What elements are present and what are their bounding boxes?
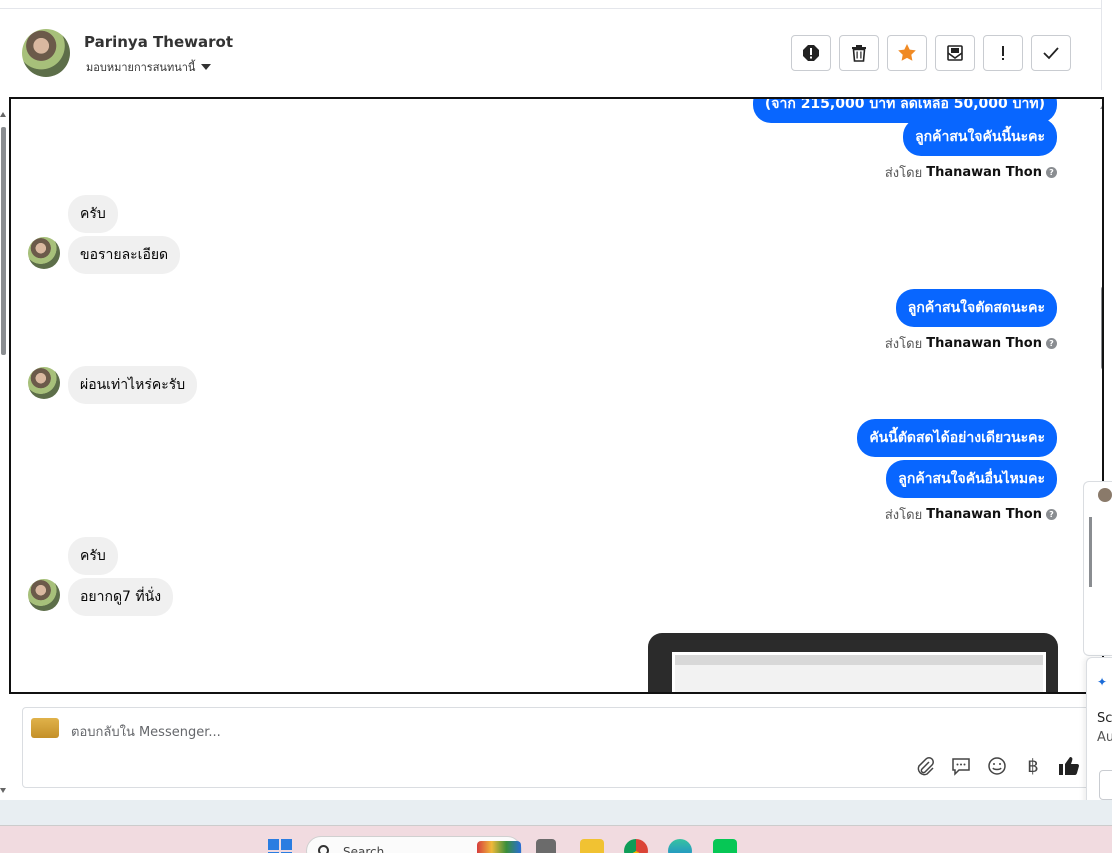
message-thread[interactable]: (จาก 215,000 บาท ลดเหลือ 50,000 บาท) ลูก… bbox=[9, 97, 1104, 694]
caret-down-icon bbox=[201, 64, 212, 70]
scroll-down-arrow-icon[interactable] bbox=[0, 788, 6, 793]
chrome-icon[interactable] bbox=[624, 839, 648, 853]
sent-by-agent: Thanawan Thon bbox=[926, 165, 1042, 180]
sent-by-agent: Thanawan Thon bbox=[926, 507, 1042, 522]
baht-icon: ฿ bbox=[1027, 755, 1039, 777]
sent-by-prefix: ส่งโดย bbox=[884, 337, 923, 352]
done-button[interactable] bbox=[1031, 35, 1071, 71]
composer-tools: ฿ bbox=[913, 754, 1081, 778]
page-logo bbox=[31, 718, 59, 738]
search-icon bbox=[318, 845, 329, 853]
incoming-message: ครับ bbox=[68, 195, 118, 233]
sent-by-prefix: ส่งโดย bbox=[884, 508, 923, 523]
flag-button[interactable] bbox=[983, 35, 1023, 71]
task-view-icon[interactable] bbox=[536, 839, 556, 853]
top-divider bbox=[0, 8, 1102, 9]
scroll-up-arrow-icon[interactable] bbox=[1100, 103, 1102, 109]
outgoing-message: ลูกค้าสนใจคันอื่นไหมคะ bbox=[886, 460, 1057, 498]
line-app-icon[interactable] bbox=[713, 839, 737, 853]
sent-by-label: ส่งโดย Thanawan Thon ? bbox=[885, 162, 1057, 183]
chat-head-panel[interactable] bbox=[1083, 481, 1112, 656]
contact-avatar[interactable] bbox=[22, 29, 70, 77]
image-preview bbox=[672, 652, 1046, 692]
sent-by-label: ส่งโดย Thanawan Thon ? bbox=[885, 333, 1057, 354]
help-icon[interactable]: ? bbox=[1046, 167, 1057, 178]
taskbar-search[interactable]: Search bbox=[306, 836, 522, 853]
incoming-message: ผ่อนเท่าไหร่คะรับ bbox=[68, 366, 198, 404]
report-icon bbox=[803, 45, 819, 61]
sent-by-agent: Thanawan Thon bbox=[926, 336, 1042, 351]
edge-icon[interactable] bbox=[668, 839, 692, 853]
check-icon bbox=[1043, 47, 1059, 60]
exclamation-icon bbox=[1002, 46, 1004, 60]
thumbs-up-icon bbox=[1059, 757, 1079, 775]
search-highlight-icon bbox=[477, 841, 521, 853]
contact-avatar-small bbox=[28, 579, 60, 611]
toast-action-button[interactable] bbox=[1099, 770, 1112, 800]
file-explorer-icon[interactable] bbox=[580, 839, 604, 853]
outgoing-message: ลูกค้าสนใจคันนี้นะคะ bbox=[903, 118, 1057, 156]
assign-label: มอบหมายการสนทนานี้ bbox=[86, 61, 196, 74]
attach-button[interactable] bbox=[913, 754, 937, 778]
incoming-message: ขอรายละเอียด bbox=[68, 236, 181, 274]
chat-icon bbox=[952, 758, 970, 776]
emoji-button[interactable] bbox=[985, 754, 1009, 778]
trash-icon bbox=[852, 45, 866, 62]
chat-head-avatar[interactable] bbox=[1098, 488, 1112, 502]
help-icon[interactable]: ? bbox=[1046, 509, 1057, 520]
notification-toast[interactable]: ✦ Sc Au bbox=[1086, 657, 1112, 813]
assign-conversation-dropdown[interactable]: มอบหมายการสนทนานี้ bbox=[86, 58, 212, 76]
incoming-message: ครับ bbox=[68, 537, 118, 575]
header-actions bbox=[791, 35, 1071, 71]
mark-unread-button[interactable] bbox=[935, 35, 975, 71]
image-attachment[interactable] bbox=[648, 633, 1058, 692]
paperclip-icon bbox=[917, 757, 934, 776]
mail-icon bbox=[947, 45, 963, 61]
star-icon bbox=[898, 44, 916, 61]
report-button[interactable] bbox=[791, 35, 831, 71]
reply-composer[interactable]: ตอบกลับใน Messenger... ฿ bbox=[22, 707, 1090, 788]
star-button[interactable] bbox=[887, 35, 927, 71]
panel-scrollbar[interactable] bbox=[1089, 517, 1092, 587]
delete-button[interactable] bbox=[839, 35, 879, 71]
saved-replies-button[interactable] bbox=[949, 754, 973, 778]
header-right-border bbox=[1101, 0, 1102, 90]
payment-button[interactable]: ฿ bbox=[1021, 754, 1045, 778]
contact-name[interactable]: Parinya Thewarot bbox=[84, 33, 233, 51]
like-button[interactable] bbox=[1057, 754, 1081, 778]
windows-taskbar: Search bbox=[0, 825, 1112, 853]
scrollbar-thumb[interactable] bbox=[1101, 286, 1102, 370]
incoming-message: อยากดู7 ที่นั่ง bbox=[68, 578, 174, 616]
outgoing-message: ลูกค้าสนใจตัดสดนะคะ bbox=[895, 289, 1057, 327]
contact-avatar-small bbox=[28, 367, 60, 399]
reply-input[interactable]: ตอบกลับใน Messenger... bbox=[71, 721, 221, 742]
toast-title: Sc bbox=[1097, 711, 1112, 726]
app-icon: ✦ bbox=[1097, 675, 1108, 689]
scrollbar-thumb[interactable] bbox=[1, 127, 6, 355]
contact-avatar-small bbox=[28, 237, 60, 269]
toast-subtitle: Au bbox=[1097, 730, 1112, 745]
outgoing-message: คันนี้ตัดสดได้อย่างเดียวนะคะ bbox=[857, 419, 1057, 457]
windows-start-icon[interactable] bbox=[268, 839, 292, 853]
emoji-icon bbox=[988, 757, 1006, 775]
sent-by-prefix: ส่งโดย bbox=[884, 166, 923, 181]
scroll-up-arrow-icon[interactable] bbox=[0, 112, 6, 117]
help-icon[interactable]: ? bbox=[1046, 338, 1057, 349]
browser-bottom-band bbox=[0, 800, 1112, 825]
sent-by-label: ส่งโดย Thanawan Thon ? bbox=[885, 504, 1057, 525]
taskbar-search-placeholder: Search bbox=[343, 845, 385, 853]
page-scrollbar[interactable] bbox=[0, 110, 7, 800]
